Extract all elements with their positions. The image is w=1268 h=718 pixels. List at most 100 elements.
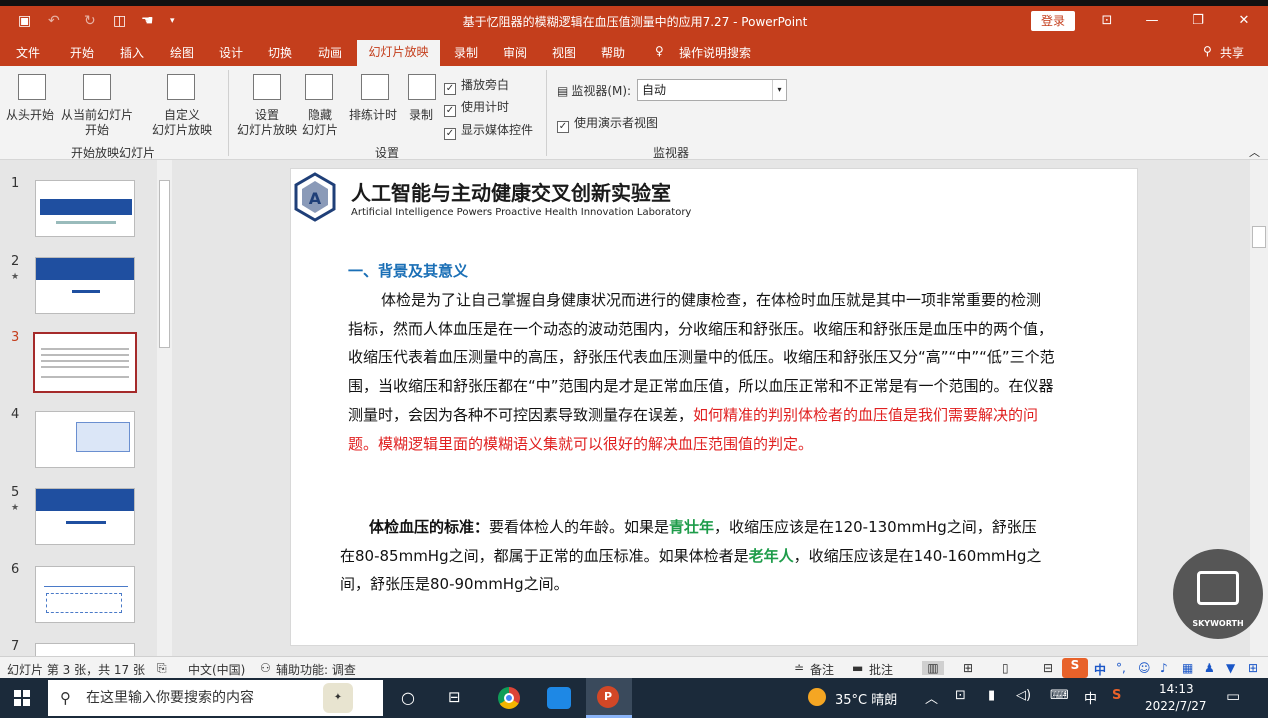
weather-text[interactable]: 35°C 晴朗 [835,689,897,708]
ime-user-icon[interactable]: ♟ [1204,661,1215,675]
notification-icon[interactable]: ▭ [1226,687,1240,705]
record-button[interactable]: 录制 [409,108,433,123]
ime-chinese-icon[interactable]: 中 [1094,661,1106,678]
tab-slideshow[interactable]: 幻灯片放映 [357,40,440,66]
reading-view-icon[interactable]: ▯ [1002,661,1009,675]
taskbar-search-input[interactable]: ⚲ 在这里输入你要搜索的内容 ✦ [48,680,383,716]
slide-thumbnail-1[interactable] [35,180,135,237]
ime-skin-icon[interactable]: ▼ [1226,661,1235,675]
show-media-controls-checkbox[interactable]: ✓ 显示媒体控件 [444,121,533,140]
accessibility-icon: ⚇ [260,661,271,675]
tab-record[interactable]: 录制 [454,44,478,61]
tab-design[interactable]: 设计 [219,44,243,61]
share-button[interactable]: 共享 [1220,44,1244,61]
close-icon[interactable]: ✕ [1229,11,1259,31]
touch-mode-icon[interactable]: ☚ [141,13,154,29]
tab-transitions[interactable]: 切换 [268,44,292,61]
slide-thumbnail-3[interactable] [33,332,137,393]
elderly-text: 老年人 [748,546,794,565]
clock-date[interactable]: 2022/7/27 [1145,699,1207,713]
ime-mode-indicator[interactable]: 中 [1084,688,1097,707]
tab-help[interactable]: 帮助 [601,44,625,61]
slideshow-view-icon[interactable]: ⊟ [1043,661,1053,675]
slide-scroll-thumb[interactable] [1252,226,1266,248]
ime-emoji-icon[interactable]: ☺ [1138,661,1151,675]
from-current-button[interactable]: 从当前幻灯片 开始 [60,108,134,138]
custom-show-button[interactable]: 自定义 幻灯片放映 [144,108,220,138]
save-icon[interactable]: ▣ [18,13,31,29]
minimize-icon[interactable]: — [1137,11,1167,31]
normal-view-icon[interactable]: ▥ [922,661,944,675]
show-hidden-icons-icon[interactable]: ︿ [925,688,938,707]
chrome-icon[interactable] [498,687,520,709]
maximize-icon[interactable]: ❐ [1183,11,1213,31]
customize-icon[interactable]: ▾ [170,16,175,26]
slide-thumbnail-4[interactable] [35,411,135,468]
setup-slideshow-button[interactable]: 设置 幻灯片放映 [235,108,299,138]
redo-icon[interactable]: ↻ [84,13,96,29]
keyboard-icon[interactable]: ⌨ [1050,688,1069,703]
slide-thumbnail-6[interactable] [35,566,135,623]
monitor-icon: ▤ [557,84,569,98]
clock-time[interactable]: 14:13 [1159,682,1194,696]
tab-insert[interactable]: 插入 [120,44,144,61]
presenter-view-checkbox[interactable]: ✓ 使用演示者视图 [557,114,658,133]
slide-sorter-icon[interactable]: ⊞ [963,661,973,675]
meeting-app-icon[interactable] [547,687,571,709]
search-highlight-icon[interactable]: ✦ [323,683,353,713]
network-icon[interactable]: ⊡ [955,688,966,703]
thumbnail-scroll-thumb[interactable] [159,180,170,348]
sogou-tray-icon[interactable]: S [1112,688,1121,703]
tell-me-search[interactable]: 操作说明搜索 [679,44,751,61]
windows-start-icon[interactable] [14,690,30,706]
group-monitor-label: 监视器 [653,146,690,160]
slide-canvas[interactable]: A 人工智能与主动健康交叉创新实验室 Artificial Intelligen… [290,168,1138,646]
ime-punct-icon[interactable]: °, [1116,661,1126,675]
ime-keyboard-icon[interactable]: ▦ [1182,661,1193,675]
ribbon: 从头开始 从当前幻灯片 开始 自定义 幻灯片放映 开始放映幻灯片 设置 幻灯片放… [0,66,1268,160]
rehearse-timings-button[interactable]: 排练计时 [349,108,397,123]
tab-review[interactable]: 审阅 [503,44,527,61]
tab-view[interactable]: 视图 [552,44,576,61]
present-icon[interactable]: ◫ [113,13,126,29]
slide-thumbnail-5[interactable] [35,488,135,545]
undo-icon[interactable]: ↶ [48,13,60,29]
slide-thumbnail-7[interactable] [35,643,135,656]
slide-thumbnail-2[interactable] [35,257,135,314]
collapse-ribbon-icon[interactable]: ︿ [1249,144,1260,160]
notes-button[interactable]: 备注 [810,661,834,678]
tab-home[interactable]: 开始 [70,44,94,61]
from-start-button[interactable]: 从头开始 [6,108,54,123]
chevron-down-icon[interactable]: ▾ [772,80,786,100]
status-bar: 幻灯片 第 3 张，共 17 张 ⎘ 中文(中国) ⚇ 辅助功能: 调查 ≐ 备… [0,656,1268,678]
play-narration-checkbox[interactable]: ✓ 播放旁白 [444,76,509,95]
thumb-number: 1 [11,176,20,191]
tab-file[interactable]: 文件 [16,44,40,61]
sogou-ime-icon[interactable]: S [1062,658,1088,678]
ime-voice-icon[interactable]: ♪ [1160,661,1168,675]
svg-text:A: A [309,189,322,208]
comments-button[interactable]: 批注 [869,661,893,678]
multitask-icon[interactable]: ⊟ [448,688,461,706]
spelling-icon[interactable]: ⎘ [157,661,167,676]
background-text: 体检是为了让自己掌握自身健康状况而进行的健康检查，在体检时血压就是其中一项非常重… [348,291,1055,424]
ime-toolbox-icon[interactable]: ⊞ [1248,661,1258,675]
microphone-icon[interactable]: ▮ [988,688,995,703]
volume-icon[interactable]: ◁) [1016,688,1031,703]
monitor-select[interactable]: 自动 ▾ [637,79,787,101]
standard-text-1: 要看体检人的年龄。如果是 [489,518,670,536]
use-timings-checkbox[interactable]: ✓ 使用计时 [444,98,509,117]
language-indicator[interactable]: 中文(中国) [188,661,245,678]
slide-counter[interactable]: 幻灯片 第 3 张，共 17 张 [7,661,145,678]
login-button[interactable]: 登录 [1031,11,1075,31]
ribbon-display-icon[interactable]: ⊡ [1092,11,1122,31]
powerpoint-taskbar-button[interactable]: P [586,678,632,718]
tab-animations[interactable]: 动画 [318,44,342,61]
hide-slide-button[interactable]: 隐藏 幻灯片 [300,108,340,138]
thumb-number: 3 [11,330,20,345]
custom-show-icon [167,74,195,100]
skyworth-badge[interactable]: SKYWORTH [1173,549,1263,639]
accessibility-indicator[interactable]: 辅助功能: 调查 [276,661,356,678]
tab-draw[interactable]: 绘图 [170,44,194,61]
task-view-icon[interactable]: ○ [401,688,415,707]
